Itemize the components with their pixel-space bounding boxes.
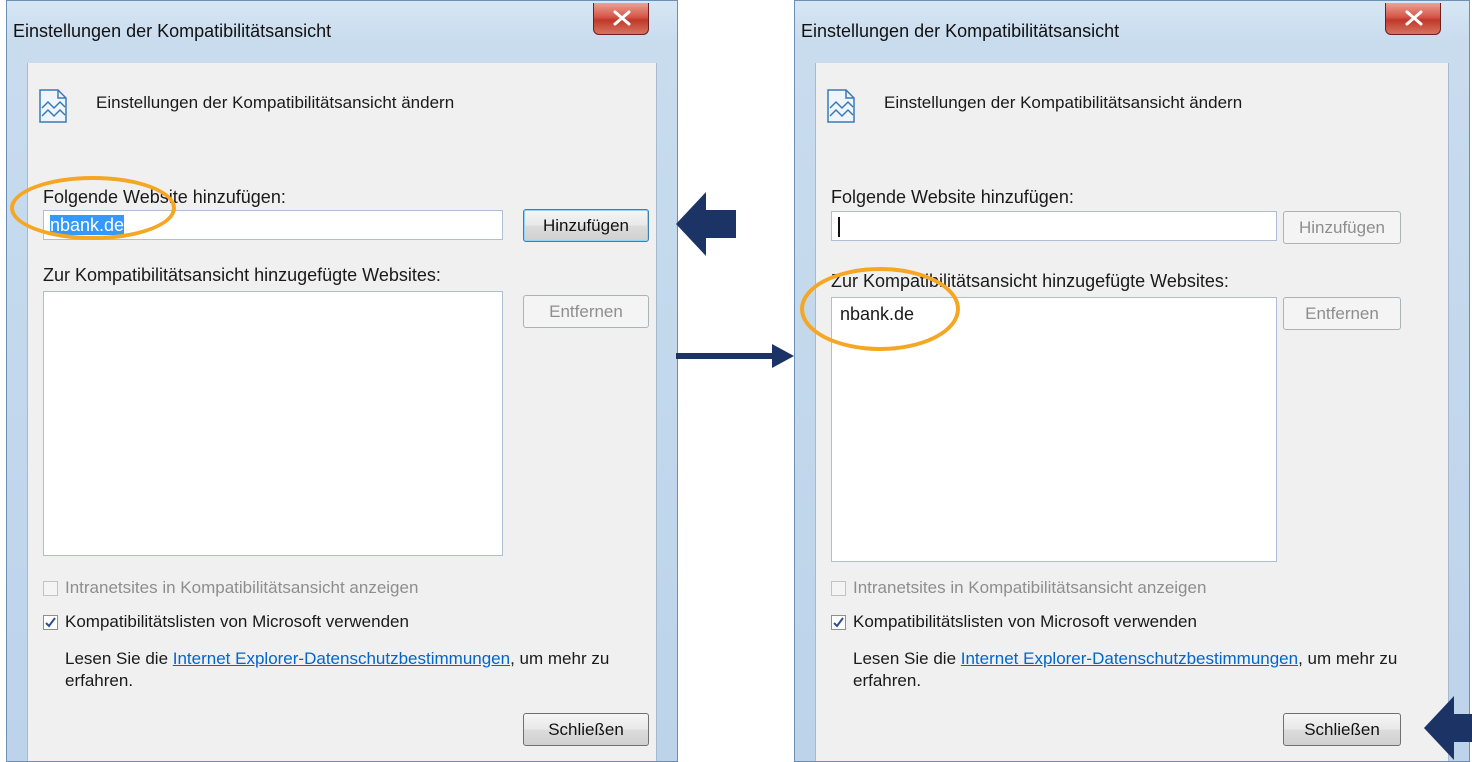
ms-lists-checkbox-label: Kompatibilitätslisten von Microsoft verw…	[853, 612, 1197, 631]
add-button[interactable]: Hinzufügen	[523, 209, 649, 242]
dialog-title: Einstellungen der Kompatibilitätsansicht	[801, 21, 1120, 41]
close-button[interactable]: Schließen	[1283, 713, 1401, 746]
privacy-info-prefix: Lesen Sie die	[65, 649, 173, 668]
arrow-right-connector-icon	[676, 344, 794, 368]
privacy-policy-link[interactable]: Internet Explorer-Datenschutzbestimmunge…	[173, 649, 510, 668]
privacy-info-line2: erfahren.	[853, 671, 922, 690]
checkmark-icon	[833, 617, 844, 628]
close-window-button[interactable]	[1385, 3, 1441, 35]
added-websites-list[interactable]: nbank.de	[831, 297, 1277, 562]
add-website-label: Folgende Website hinzufügen:	[43, 187, 286, 207]
privacy-info-text: Lesen Sie die Internet Explorer-Datensch…	[853, 648, 1397, 692]
arrow-left-icon	[676, 192, 736, 256]
add-button[interactable]: Hinzufügen	[1283, 211, 1401, 244]
title-bar: Einstellungen der Kompatibilitätsansicht	[7, 1, 677, 63]
close-button[interactable]: Schließen	[523, 713, 649, 746]
dialog-client-area: Einstellungen der Kompatibilitätsansicht…	[815, 63, 1449, 761]
dialog-title: Einstellungen der Kompatibilitätsansicht	[13, 21, 332, 41]
privacy-info-line2: erfahren.	[65, 671, 134, 690]
ms-lists-checkbox[interactable]	[831, 615, 846, 630]
remove-button[interactable]: Entfernen	[523, 295, 649, 328]
intranet-checkbox[interactable]	[831, 581, 846, 596]
dialog-header-text: Einstellungen der Kompatibilitätsansicht…	[884, 93, 1243, 112]
checkmark-icon	[45, 617, 56, 628]
added-websites-label: Zur Kompatibilitätsansicht hinzugefügte …	[831, 271, 1229, 291]
ms-lists-checkbox-label: Kompatibilitätslisten von Microsoft verw…	[65, 612, 409, 631]
add-website-input[interactable]: nbank.de	[43, 210, 503, 240]
intranet-checkbox-label: Intranetsites in Kompatibilitätsansicht …	[853, 578, 1207, 597]
text-caret	[838, 217, 840, 238]
compatibility-view-icon	[826, 88, 856, 129]
added-websites-label: Zur Kompatibilitätsansicht hinzugefügte …	[43, 265, 441, 285]
list-item[interactable]: nbank.de	[832, 298, 1276, 331]
intranet-checkbox-label: Intranetsites in Kompatibilitätsansicht …	[65, 578, 419, 597]
compat-dialog-after: Einstellungen der Kompatibilitätsansicht…	[794, 0, 1470, 762]
privacy-info-prefix: Lesen Sie die	[853, 649, 961, 668]
privacy-info-suffix: , um mehr zu	[510, 649, 610, 668]
added-websites-list[interactable]	[43, 291, 503, 556]
remove-button[interactable]: Entfernen	[1283, 297, 1401, 330]
add-website-label: Folgende Website hinzufügen:	[831, 187, 1074, 207]
compatibility-view-icon	[38, 88, 68, 129]
privacy-info-text: Lesen Sie die Internet Explorer-Datensch…	[65, 648, 609, 692]
intranet-checkbox[interactable]	[43, 581, 58, 596]
compat-dialog-before: Einstellungen der Kompatibilitätsansicht…	[6, 0, 678, 762]
close-icon	[1405, 10, 1423, 26]
close-window-button[interactable]	[593, 3, 649, 35]
add-website-input[interactable]	[831, 211, 1277, 241]
close-icon	[613, 10, 631, 26]
privacy-policy-link[interactable]: Internet Explorer-Datenschutzbestimmunge…	[961, 649, 1298, 668]
privacy-info-suffix: , um mehr zu	[1298, 649, 1398, 668]
title-bar: Einstellungen der Kompatibilitätsansicht	[795, 1, 1469, 63]
dialog-header-text: Einstellungen der Kompatibilitätsansicht…	[96, 93, 455, 112]
arrow-left-icon	[1424, 696, 1472, 760]
dialog-client-area: Einstellungen der Kompatibilitätsansicht…	[27, 63, 657, 761]
add-website-input-value: nbank.de	[50, 215, 125, 235]
ms-lists-checkbox[interactable]	[43, 615, 58, 630]
